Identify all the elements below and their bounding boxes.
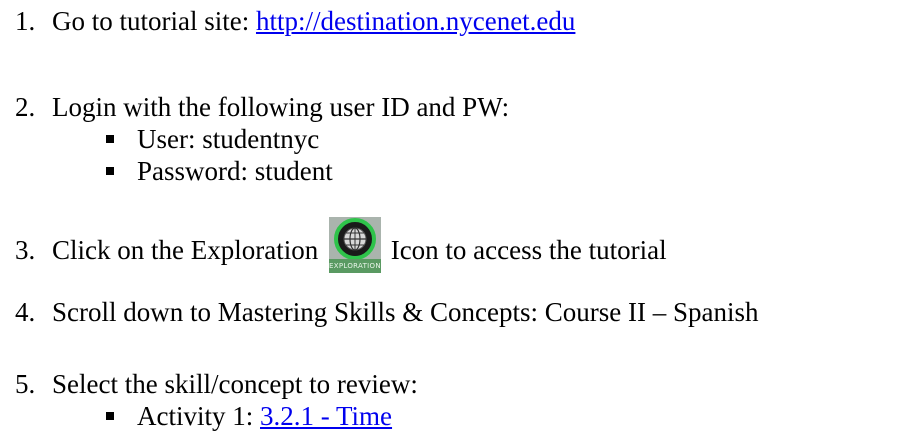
step-text: Select the skill/concept to review: — [52, 369, 418, 399]
step-text-after: Icon to access the tutorial — [390, 235, 667, 265]
step-number: 5. — [15, 369, 36, 399]
step-3: 3. Click on the Exploration EXPLORATION I… — [15, 210, 667, 273]
bullet-text: User: studentnyc — [137, 124, 320, 154]
step-number: 2. — [15, 92, 36, 122]
step-text: Scroll down to Mastering Skills & Concep… — [52, 297, 759, 327]
bullet-item: User: studentnyc — [106, 123, 319, 155]
step-4: 4. Scroll down to Mastering Skills & Conc… — [15, 296, 758, 328]
bullet-square-icon — [106, 411, 114, 420]
activity-link[interactable]: 3.2.1 - Time — [260, 401, 392, 431]
step-number: 3. — [15, 235, 36, 265]
step-1: 1. Go to tutorial site: http://destinatio… — [15, 5, 575, 37]
bullet-square-icon — [106, 134, 114, 143]
icon-caption: EXPLORATION — [328, 259, 381, 273]
step-text: Go to tutorial site: — [52, 6, 256, 36]
step-text-before: Click on the Exploration — [52, 235, 319, 265]
step-number: 1. — [15, 6, 36, 36]
exploration-globe-icon[interactable]: EXPLORATION — [328, 217, 381, 273]
bullet-text: Activity 1: — [137, 401, 260, 431]
bullet-text: Password: student — [137, 156, 333, 186]
step-number: 4. — [15, 297, 36, 327]
tutorial-site-link[interactable]: http://destination.nycenet.edu — [256, 6, 575, 36]
step-2: 2. Login with the following user ID and P… — [15, 91, 509, 123]
bullet-square-icon — [106, 166, 114, 175]
bullet-item: Activity 1: 3.2.1 - Time — [106, 400, 392, 432]
step-text: Login with the following user ID and PW: — [52, 92, 510, 122]
step-5: 5. Select the skill/concept to review: — [15, 368, 418, 400]
bullet-item: Password: student — [106, 155, 333, 187]
